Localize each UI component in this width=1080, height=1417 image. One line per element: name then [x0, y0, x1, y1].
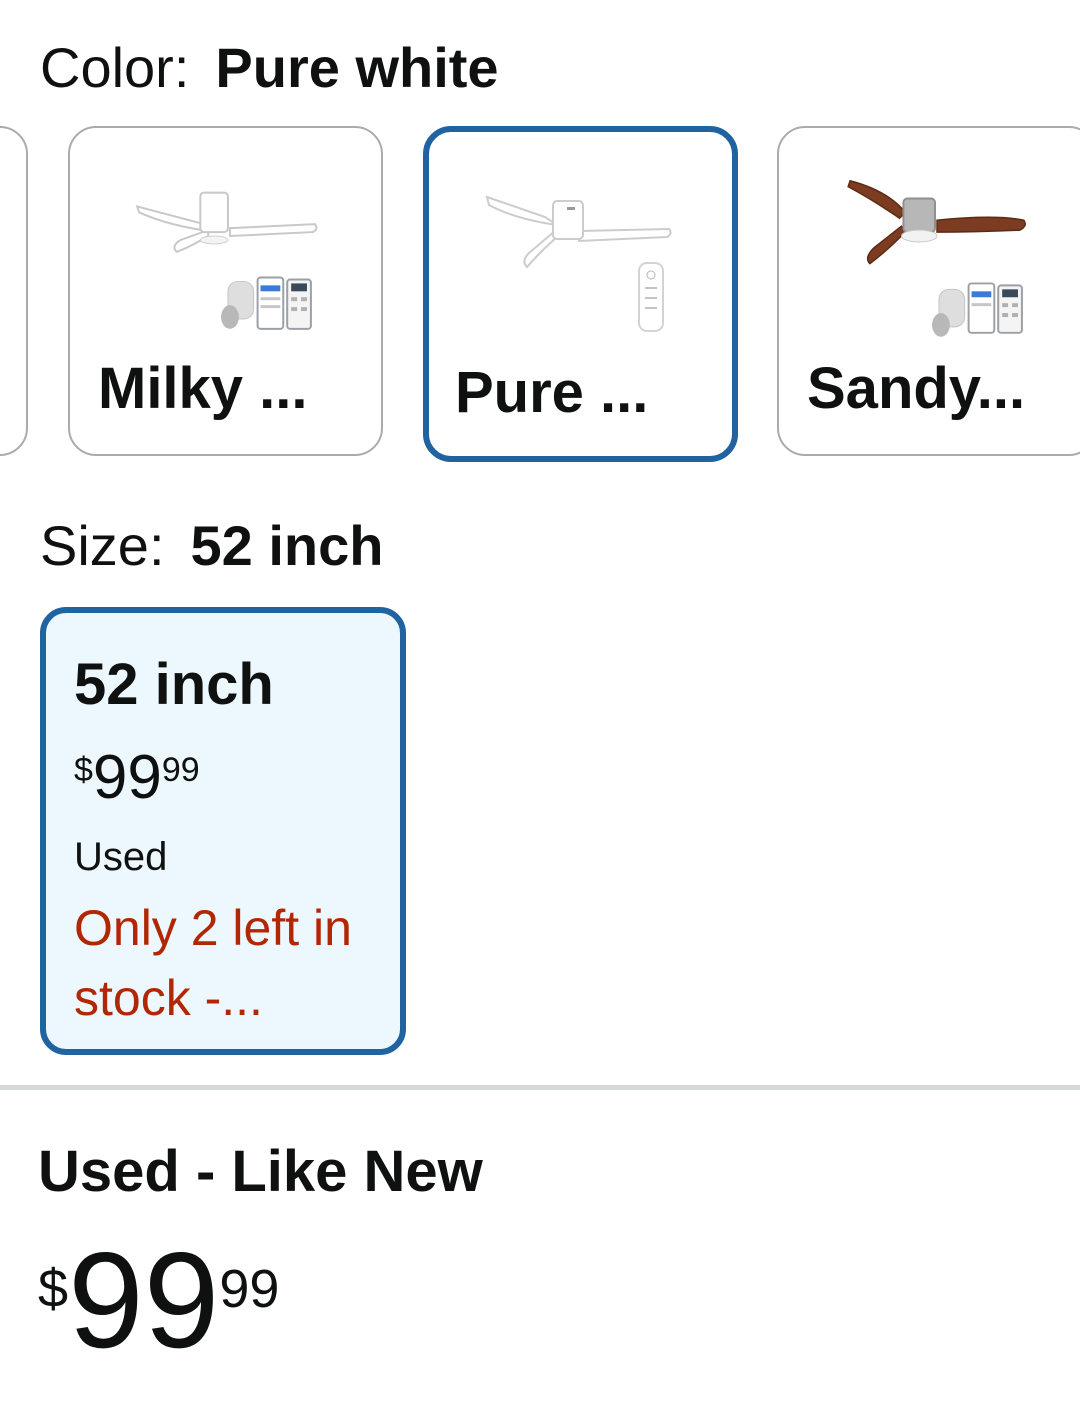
size-label-row: Size: 52 inch: [40, 518, 383, 574]
color-swatch-carousel[interactable]: Milky ... Pure ... Sandy...: [0, 126, 1080, 462]
size-option-title: 52 inch: [74, 652, 274, 717]
swatch-label: Pure ...: [455, 360, 649, 425]
color-swatch-partial[interactable]: [0, 126, 28, 456]
color-swatch-milky[interactable]: Milky ...: [68, 126, 383, 456]
swatch-label: Milky ...: [98, 356, 308, 421]
selected-size-value: 52 inch: [190, 514, 384, 577]
product-variant-page: Color: Pure white Milky ... Pure ... San…: [0, 0, 1080, 1417]
stock-warning: Only 2 left in stock -...: [74, 900, 352, 1026]
color-label-row: Color: Pure white: [40, 40, 499, 96]
color-swatch-pure-white[interactable]: Pure ...: [423, 126, 738, 462]
color-label: Color:: [40, 36, 190, 99]
offer-price-currency-symbol: $: [38, 1259, 69, 1319]
swatch-label: Sandy...: [807, 356, 1026, 421]
price-currency-symbol: $: [74, 751, 93, 789]
size-option-condition: Used: [74, 835, 168, 879]
size-option-52-inch[interactable]: 52 inch $9999 Used Only 2 left in stock …: [40, 607, 406, 1055]
ceiling-fan-with-remote-icon: [429, 132, 732, 352]
selected-color-value: Pure white: [215, 36, 499, 99]
section-divider: [0, 1085, 1080, 1090]
wood-ceiling-fan-with-accessories-icon: [779, 128, 1080, 348]
size-option-price: $9999: [74, 747, 200, 809]
offer-price-fraction: 99: [219, 1259, 280, 1319]
ceiling-fan-with-accessories-icon: [70, 128, 381, 348]
price-fraction: 99: [161, 751, 200, 789]
offer-price: $9999: [38, 1232, 279, 1368]
offer-condition-heading: Used - Like New: [38, 1139, 483, 1204]
size-label: Size:: [40, 514, 165, 577]
color-swatch-sandy[interactable]: Sandy...: [777, 126, 1080, 456]
price-whole: 99: [92, 743, 162, 812]
offer-price-whole: 99: [68, 1224, 220, 1376]
